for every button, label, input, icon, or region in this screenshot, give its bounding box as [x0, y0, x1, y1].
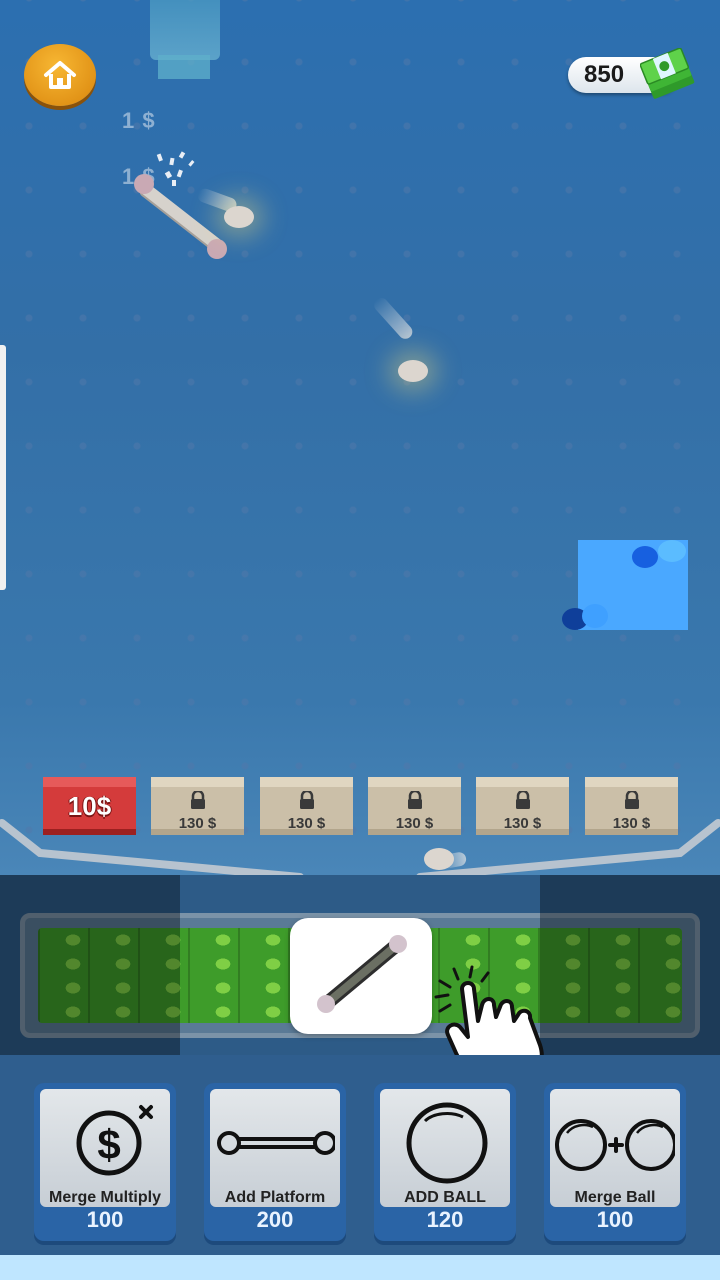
shop-item-price: 100 — [86, 1207, 124, 1232]
bottom-bar — [0, 1255, 720, 1280]
peg-grid — [0, 0, 720, 875]
add-ball-button[interactable]: ADD BALL 120 — [374, 1083, 516, 1241]
crate-lid — [43, 777, 136, 787]
merge-multiply-button[interactable]: $ Merge Multiply 100 — [34, 1083, 176, 1241]
sparkle-effect — [156, 151, 195, 186]
lock-icon — [191, 791, 205, 809]
lock-icon — [625, 791, 639, 809]
button-face: Merge Ball — [550, 1089, 680, 1207]
tutorial-overlay — [0, 875, 180, 1055]
platform-icon — [317, 935, 407, 1013]
home-button[interactable] — [24, 44, 96, 106]
button-face: Add Platform — [210, 1089, 340, 1207]
merge-balls-icon — [555, 1119, 675, 1171]
lock-icon — [516, 791, 530, 809]
shop-item-price: 200 — [256, 1207, 294, 1232]
side-panel-handle[interactable] — [0, 345, 6, 590]
money-amount: 850 — [584, 61, 625, 88]
blue-orb — [632, 546, 658, 568]
ball-dropper-nozzle — [158, 55, 210, 79]
ball — [398, 360, 428, 382]
button-face: $ Merge Multiply — [40, 1089, 170, 1207]
cash-stack-icon — [640, 48, 695, 99]
lock-icon — [300, 791, 314, 809]
earning-popup: 1 $ — [122, 108, 156, 133]
merge-ball-button[interactable]: Merge Ball 100 — [544, 1083, 686, 1241]
crate-lid — [585, 777, 678, 787]
home-icon — [44, 61, 76, 89]
shop-item-price: 120 — [426, 1207, 464, 1232]
shop-item-label: Merge Multiply — [48, 1189, 161, 1206]
svg-text:$: $ — [97, 1121, 120, 1168]
ball — [424, 848, 454, 870]
dollar-multiply-icon: $ — [76, 1105, 153, 1176]
funnel-rails — [0, 819, 720, 875]
crate-lid — [151, 777, 244, 787]
shop-item-label: ADD BALL — [404, 1189, 486, 1206]
game-scene[interactable]: 1 $ 1 $ 10$ 130 $ 130 $ — [0, 0, 720, 875]
add-platform-button[interactable]: Add Platform 200 — [204, 1083, 346, 1241]
ball-dropper — [150, 0, 220, 60]
shop-item-price: 100 — [596, 1207, 634, 1232]
shop-item-label: Add Platform — [224, 1189, 326, 1206]
button-face: ADD BALL — [380, 1089, 510, 1207]
crate-lid — [260, 777, 353, 787]
ball — [224, 206, 254, 228]
shop-item-label: Merge Ball — [574, 1189, 656, 1206]
tutorial-highlight-card[interactable] — [290, 918, 432, 1034]
platform-endcap — [134, 174, 154, 194]
blue-orb — [658, 540, 686, 562]
ball-icon — [406, 1102, 488, 1184]
crate-lid — [476, 777, 569, 787]
blue-orb — [582, 604, 608, 628]
platform-icon — [217, 1131, 335, 1155]
lock-icon — [408, 791, 422, 809]
platform-endcap — [207, 239, 227, 259]
crate-lid — [368, 777, 461, 787]
